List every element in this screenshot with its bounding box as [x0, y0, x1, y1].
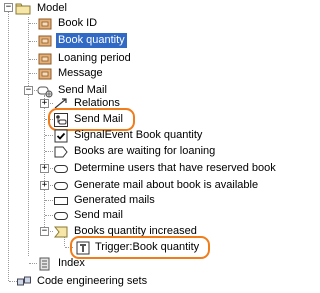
- tree-node-book-quantity[interactable]: Book quantity: [0, 32, 279, 49]
- trigger-icon: [75, 240, 91, 256]
- activity-diagram-icon: [53, 112, 69, 128]
- tree-node-label: Trigger:Book quantity: [95, 241, 200, 253]
- tree-node-label: Determine users that have reserved book: [74, 162, 276, 174]
- code-engineering-icon: [16, 274, 32, 290]
- containment-tree: − Model Book ID Book quantity Loaning pe…: [0, 0, 279, 292]
- tree-node-label: Generated mails: [74, 194, 155, 206]
- tree-node-label: Index: [58, 257, 85, 269]
- action-icon: [53, 161, 69, 177]
- tree-node-index[interactable]: Index: [0, 255, 279, 272]
- tree-node-label: SignalEvent Book quantity: [74, 129, 203, 141]
- property-icon: [37, 66, 53, 82]
- tree-node-label: Model: [37, 2, 67, 14]
- tree-node-label: Send mail: [74, 209, 123, 221]
- tree-node-label: Books are waiting for loaning: [74, 145, 216, 157]
- accept-event-icon: [53, 224, 69, 240]
- expand-toggle[interactable]: +: [40, 99, 49, 108]
- action-icon: [53, 208, 69, 224]
- collapse-toggle[interactable]: −: [40, 227, 49, 236]
- tree-node-label: Send Mail: [74, 113, 123, 125]
- expand-toggle[interactable]: +: [40, 181, 49, 190]
- accept-event-icon: [53, 144, 69, 160]
- tree-node-send-mail-diagram[interactable]: Send Mail: [0, 111, 279, 128]
- tree-node-label: Loaning period: [58, 52, 131, 64]
- property-icon: [37, 16, 53, 32]
- tree-node-label: Generate mail about book is available: [74, 179, 259, 191]
- package-icon: [15, 0, 31, 16]
- tree-node-signal-event[interactable]: SignalEvent Book quantity: [0, 127, 279, 144]
- tree-node-determine-users[interactable]: + Determine users that have reserved boo…: [0, 160, 279, 177]
- tree-node-send-mail-action[interactable]: Send mail: [0, 207, 279, 224]
- collapse-toggle[interactable]: −: [4, 3, 13, 12]
- relations-icon: [53, 96, 69, 112]
- tree-node-books-waiting[interactable]: Books are waiting for loaning: [0, 143, 279, 160]
- tree-node-label: Relations: [74, 97, 120, 109]
- tree-node-books-quantity-increased[interactable]: − Books quantity increased: [0, 223, 279, 240]
- tree-node-relations[interactable]: + Relations: [0, 95, 279, 112]
- signal-event-icon: [53, 128, 69, 144]
- tree-node-label: Books quantity increased: [74, 225, 197, 237]
- tree-node-trigger[interactable]: Trigger:Book quantity: [0, 239, 279, 256]
- tree-node-message[interactable]: Message: [0, 65, 279, 82]
- tree-node-label: Book quantity: [56, 33, 127, 48]
- tree-node-label: Book ID: [58, 17, 98, 29]
- index-icon: [37, 256, 53, 272]
- collapse-toggle[interactable]: −: [24, 86, 33, 95]
- property-icon: [37, 33, 53, 49]
- tree-node-label: Message: [58, 67, 103, 79]
- tree-node-label: Code engineering sets: [37, 275, 148, 287]
- expand-toggle[interactable]: +: [40, 164, 49, 173]
- tree-node-book-id[interactable]: Book ID: [0, 15, 279, 32]
- tree-node-code-engineering-sets[interactable]: Code engineering sets: [0, 273, 279, 290]
